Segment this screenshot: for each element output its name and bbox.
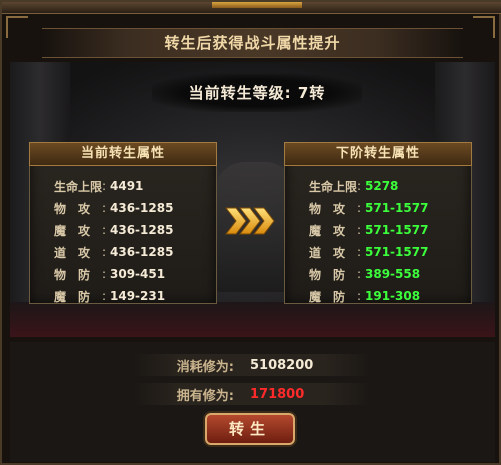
attr-row-tao-atk: 道 攻: 436-1285 <box>54 245 174 260</box>
attr-row-phys-def: 物 防: 309-451 <box>54 267 166 282</box>
next-attr-row-tao-atk: 道 攻: 571-1577 <box>309 245 429 260</box>
owned-row: 拥有修为: 171800 <box>142 383 362 405</box>
next-attr-row-magic-atk: 魔 攻: 571-1577 <box>309 223 429 238</box>
triple-chevron-right-icon <box>223 204 277 238</box>
rebirth-level-label: 当前转生等级: <box>188 84 292 102</box>
rebirth-level: 当前转生等级: 7转 <box>152 74 362 112</box>
owned-value: 171800 <box>250 386 305 402</box>
next-attr-row-phys-atk: 物 攻: 571-1577 <box>309 201 429 216</box>
next-attr-row-hp: 生命上限: 5278 <box>309 179 399 194</box>
cost-row: 消耗修为: 5108200 <box>142 354 362 376</box>
rebirth-button[interactable]: 转生 <box>205 413 295 445</box>
next-attributes-header: 下阶转生属性 <box>284 142 472 166</box>
attr-row-magic-def: 魔 防: 149-231 <box>54 289 166 304</box>
owned-label: 拥有修为: <box>176 388 234 404</box>
cost-value: 5108200 <box>250 357 314 373</box>
attr-row-hp: 生命上限: 4491 <box>54 179 144 194</box>
top-ornament <box>2 2 501 14</box>
rebirth-level-value: 7转 <box>297 84 326 102</box>
cost-label: 消耗修为: <box>176 359 234 375</box>
current-attributes-header: 当前转生属性 <box>29 142 217 166</box>
next-attr-row-magic-def: 魔 防: 191-308 <box>309 289 421 304</box>
current-attributes-panel: 当前转生属性 生命上限: 4491 物 攻: 436-1285 魔 攻: 436… <box>29 142 217 304</box>
corner-ornament <box>6 16 28 38</box>
rebirth-window: 转生后获得战斗属性提升 当前转生等级: 7转 当前转生属性 生命上限: 4491… <box>0 0 501 465</box>
attr-row-magic-atk: 魔 攻: 436-1285 <box>54 223 174 238</box>
next-attr-row-phys-def: 物 防: 389-558 <box>309 267 421 282</box>
attr-row-phys-atk: 物 攻: 436-1285 <box>54 201 174 216</box>
next-attributes-panel: 下阶转生属性 生命上限: 5278 物 攻: 571-1577 魔 攻: 571… <box>284 142 472 304</box>
corner-ornament <box>473 16 495 38</box>
window-title: 转生后获得战斗属性提升 <box>42 28 463 58</box>
